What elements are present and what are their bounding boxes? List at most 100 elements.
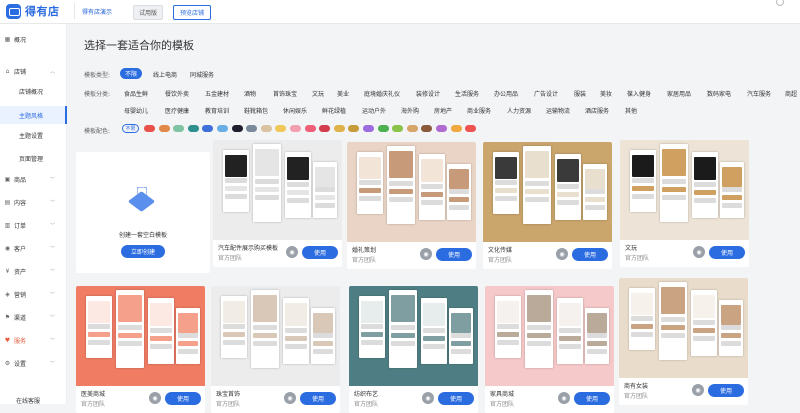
sidebar-subitem-shop-overview[interactable]: 店铺概况 (19, 87, 43, 96)
color-swatch[interactable] (377, 125, 389, 132)
category-chip[interactable]: 餐饮外卖 (165, 89, 189, 98)
category-chip[interactable]: 食品生鲜 (124, 89, 148, 98)
sidebar-item-customers[interactable]: ◉ 客户 ﹀ (0, 241, 67, 255)
category-chip[interactable]: 酒店服务 (585, 106, 609, 115)
type-chip-ecommerce[interactable]: 线上电商 (153, 70, 177, 79)
color-swatch[interactable] (290, 125, 301, 132)
use-template-button[interactable]: 使用 (708, 384, 744, 397)
eye-icon[interactable]: ◉ (556, 248, 568, 260)
template-card[interactable]: 汽车配件展示购买模板 官方团队 ◉ 使用 (213, 140, 342, 267)
category-chip[interactable]: 文玩 (312, 89, 324, 98)
template-card[interactable]: 婚礼策划 官方团队 ◉ 使用 (347, 142, 476, 269)
color-swatch[interactable] (202, 125, 214, 132)
use-template-button[interactable]: 使用 (436, 248, 472, 261)
preview-shop-button[interactable]: 预览店铺 (173, 5, 212, 20)
sidebar-subitem-theme-style[interactable]: 主题风格 (0, 106, 67, 124)
sidebar-item-service[interactable]: ♥ 服务 ﹀ (0, 333, 67, 347)
use-template-button[interactable]: 使用 (165, 392, 201, 405)
eye-icon[interactable]: ◉ (558, 392, 570, 404)
eye-icon[interactable]: ◉ (149, 392, 161, 404)
eye-icon[interactable]: ◉ (420, 248, 432, 260)
settings-icon[interactable] (776, 0, 784, 6)
color-swatch[interactable] (465, 125, 477, 132)
category-chip[interactable]: 生活服务 (455, 89, 479, 98)
use-template-button[interactable]: 使用 (302, 246, 338, 259)
eye-icon[interactable]: ◉ (422, 392, 434, 404)
sidebar-item-overview[interactable]: ▦ 概况 (0, 32, 67, 46)
sidebar-item-orders[interactable]: ▥ 订单 ﹀ (0, 218, 67, 232)
type-chip-local-service[interactable]: 同城服务 (190, 70, 214, 79)
eye-icon[interactable]: ◉ (284, 392, 296, 404)
use-template-button[interactable]: 使用 (574, 392, 610, 405)
category-chip[interactable]: 葆入健身 (627, 89, 651, 98)
blank-template-card[interactable]: 创建一套空白模板 立即创建 (76, 152, 210, 273)
sidebar-item-channels[interactable]: ⚑ 渠道 ﹀ (0, 310, 67, 324)
category-chip[interactable]: 商超 (785, 89, 797, 98)
eye-icon[interactable]: ◉ (286, 246, 298, 258)
sidebar-item-goods[interactable]: ▣ 商品 ﹀ (0, 172, 67, 186)
color-swatch[interactable] (436, 125, 447, 132)
category-chip[interactable]: 其他 (625, 106, 637, 115)
shop-name[interactable]: 得有店演示 (82, 7, 112, 16)
color-swatch-all[interactable]: 不限 (122, 124, 139, 133)
sidebar-item-settings[interactable]: ⚙ 设置 ﹀ (0, 356, 67, 370)
template-card[interactable]: 医美商城 官方团队 ◉ 使用 (76, 286, 205, 413)
template-card[interactable]: 珠宝首饰 官方团队 ◉ 使用 (211, 286, 340, 413)
color-swatch[interactable] (144, 125, 155, 132)
color-swatch[interactable] (450, 125, 462, 132)
category-chip[interactable]: 海外购 (401, 106, 419, 115)
template-card[interactable]: 商有女装 官方团队 ◉ 使用 (619, 278, 748, 405)
category-chip[interactable]: 运输物流 (546, 106, 570, 115)
eye-icon[interactable]: ◉ (693, 246, 705, 258)
category-chip[interactable]: 美妆 (600, 89, 612, 98)
color-swatch[interactable] (217, 125, 228, 132)
category-chip[interactable]: 酒物 (244, 89, 256, 98)
color-swatch[interactable] (421, 125, 433, 132)
color-swatch[interactable] (173, 125, 185, 132)
template-card[interactable]: 文化传媒 官方团队 ◉ 使用 (483, 142, 612, 269)
template-card[interactable]: 纺织布艺 官方团队 ◉ 使用 (349, 286, 478, 413)
category-chip[interactable]: 母婴幼儿 (124, 106, 148, 115)
sidebar-subitem-page-management[interactable]: 页面管理 (19, 154, 43, 163)
use-template-button[interactable]: 使用 (300, 392, 336, 405)
color-swatch[interactable] (275, 125, 287, 132)
category-chip[interactable]: 装修设计 (416, 89, 440, 98)
category-chip[interactable]: 办公用品 (494, 89, 518, 98)
color-swatch[interactable] (348, 125, 360, 132)
sidebar-item-shop[interactable]: ⌂ 店铺 ︿ (0, 64, 67, 78)
category-chip[interactable]: 五金建材 (205, 89, 229, 98)
use-template-button[interactable]: 使用 (438, 392, 474, 405)
category-chip[interactable]: 美业 (337, 89, 349, 98)
category-chip[interactable]: 服装 (574, 89, 586, 98)
create-now-button[interactable]: 立即创建 (121, 245, 165, 258)
category-chip[interactable]: 房地产 (434, 106, 452, 115)
category-chip[interactable]: 商业服务 (467, 106, 491, 115)
category-chip[interactable]: 首饰珠宝 (273, 89, 297, 98)
color-swatch[interactable] (406, 125, 418, 132)
use-template-button[interactable]: 使用 (572, 248, 608, 261)
app-logo[interactable]: 得有店 (6, 3, 60, 19)
type-chip-all[interactable]: 不限 (120, 68, 143, 79)
category-chip[interactable]: 休闲娱乐 (283, 106, 307, 115)
sidebar-item-assets[interactable]: ¥ 资产 ﹀ (0, 264, 67, 278)
sidebar-subitem-theme-settings[interactable]: 主题设置 (19, 131, 43, 140)
category-chip[interactable]: 鞋靴箱包 (244, 106, 268, 115)
template-card[interactable]: 文玩 官方团队 ◉ 使用 (620, 140, 749, 267)
color-swatch[interactable] (246, 125, 258, 132)
color-swatch[interactable] (333, 125, 345, 132)
sidebar-item-marketing[interactable]: ◈ 营销 ﹀ (0, 287, 67, 301)
category-chip[interactable]: 医疗健康 (165, 106, 189, 115)
color-swatch[interactable] (187, 125, 199, 132)
category-chip[interactable]: 家居用品 (667, 89, 691, 98)
color-swatch[interactable] (304, 125, 316, 132)
color-swatch[interactable] (319, 125, 331, 132)
category-chip[interactable]: 数码家电 (707, 89, 731, 98)
sidebar-item-content[interactable]: ▤ 内容 ﹀ (0, 195, 67, 209)
color-swatch[interactable] (392, 125, 404, 132)
color-swatch[interactable] (363, 125, 374, 132)
eye-icon[interactable]: ◉ (692, 384, 704, 396)
use-template-button[interactable]: 使用 (709, 246, 745, 259)
category-chip[interactable]: 汽车服务 (747, 89, 771, 98)
category-chip[interactable]: 庭境婚庆礼仪 (364, 89, 400, 98)
template-card[interactable]: 家具商城 官方团队 ◉ 使用 (485, 286, 614, 413)
